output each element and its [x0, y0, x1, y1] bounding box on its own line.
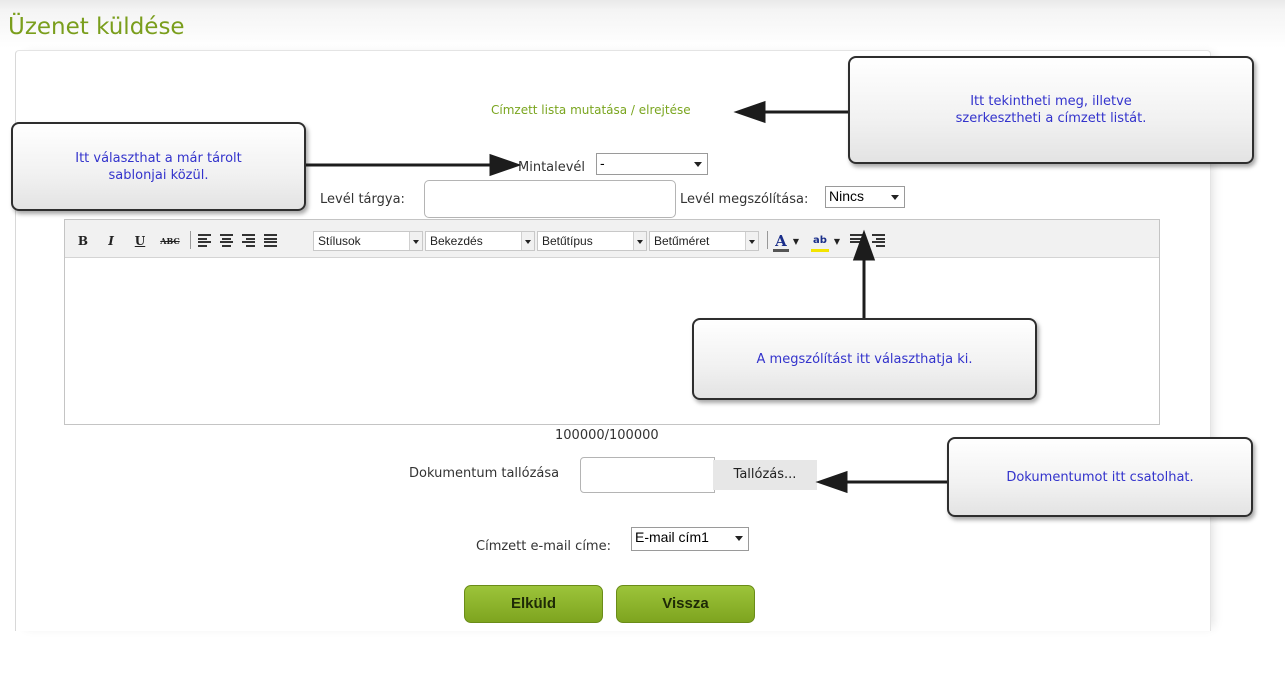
- strikethrough-icon[interactable]: ABC: [159, 233, 181, 249]
- salutation-select[interactable]: Nincs: [825, 186, 905, 208]
- callout-recipient-list: Itt tekintheti meg, illetve szerkeszthet…: [848, 56, 1254, 164]
- page-title: Üzenet küldése: [8, 14, 185, 40]
- subject-label: Levél tárgya:: [320, 192, 405, 207]
- chevron-down-icon: [521, 232, 534, 250]
- callout-salutation: A megszólítást itt választhatja ki.: [692, 318, 1037, 400]
- character-counter: 100000/100000: [555, 428, 659, 443]
- highlight-color-icon[interactable]: ab: [811, 233, 829, 252]
- document-file-input[interactable]: [580, 457, 715, 493]
- chevron-down-icon[interactable]: ▼: [792, 233, 800, 249]
- font-color-icon[interactable]: A: [773, 233, 789, 252]
- header-bar: [0, 0, 1285, 48]
- align-left-icon[interactable]: [198, 234, 211, 247]
- callout-template-text: Itt választhat a már tárolt sablonjai kö…: [75, 150, 242, 183]
- align-justify-icon[interactable]: [264, 234, 277, 247]
- callout-template: Itt választhat a már tárolt sablonjai kö…: [11, 122, 306, 211]
- font-dropdown-label: Betűtípus: [542, 234, 593, 248]
- chevron-down-icon: [409, 232, 422, 250]
- callout-recipient-list-text: Itt tekintheti meg, illetve szerkeszthet…: [955, 94, 1147, 126]
- font-dropdown[interactable]: Betűtípus: [537, 231, 647, 251]
- document-label: Dokumentum tallózása: [409, 466, 560, 481]
- paragraph-dropdown-label: Bekezdés: [430, 234, 483, 248]
- styles-dropdown[interactable]: Stílusok: [313, 231, 423, 251]
- chevron-down-icon: [694, 162, 702, 167]
- chevron-down-icon: [735, 536, 743, 541]
- template-select[interactable]: -: [596, 153, 708, 175]
- font-size-dropdown-label: Betűméret: [654, 234, 710, 248]
- template-label: Mintalevél: [518, 160, 586, 175]
- paragraph-dropdown[interactable]: Bekezdés: [425, 231, 535, 251]
- italic-icon[interactable]: I: [105, 233, 117, 249]
- callout-document: Dokumentumot itt csatolhat.: [947, 437, 1253, 517]
- chevron-down-icon: [633, 232, 646, 250]
- numbered-list-icon[interactable]: [872, 234, 885, 247]
- subject-input[interactable]: [424, 180, 676, 218]
- toolbar-separator: [190, 231, 191, 249]
- underline-icon[interactable]: U: [133, 233, 147, 249]
- browse-button[interactable]: Tallózás...: [713, 460, 817, 490]
- bulleted-list-icon[interactable]: [850, 234, 863, 246]
- chevron-down-icon: [891, 195, 899, 200]
- editor-toolbar: B I U ABC Stílusok Bekezdés Betűtípus Be…: [65, 220, 1159, 258]
- chevron-down-icon[interactable]: ▼: [833, 233, 841, 249]
- template-select-value: -: [600, 155, 605, 171]
- salutation-select-value: Nincs: [829, 188, 865, 204]
- toolbar-separator: [767, 231, 768, 249]
- recipient-email-select[interactable]: E-mail cím1: [631, 527, 749, 551]
- chevron-down-icon: [745, 232, 758, 250]
- recipient-email-label: Címzett e-mail címe:: [476, 539, 611, 554]
- align-center-icon[interactable]: [220, 234, 233, 247]
- callout-document-text: Dokumentumot itt csatolhat.: [1006, 469, 1194, 485]
- recipient-email-select-value: E-mail cím1: [635, 529, 709, 545]
- callout-salutation-text: A megszólítást itt választhatja ki.: [756, 351, 973, 367]
- align-right-icon[interactable]: [242, 234, 255, 247]
- styles-dropdown-label: Stílusok: [318, 234, 361, 248]
- salutation-label: Levél megszólítása:: [680, 192, 809, 207]
- recipient-list-toggle-link[interactable]: Címzett lista mutatása / elrejtése: [491, 103, 691, 117]
- bold-icon[interactable]: B: [77, 233, 89, 249]
- back-button[interactable]: Vissza: [616, 585, 755, 623]
- send-button[interactable]: Elküld: [464, 585, 603, 623]
- font-size-dropdown[interactable]: Betűméret: [649, 231, 759, 251]
